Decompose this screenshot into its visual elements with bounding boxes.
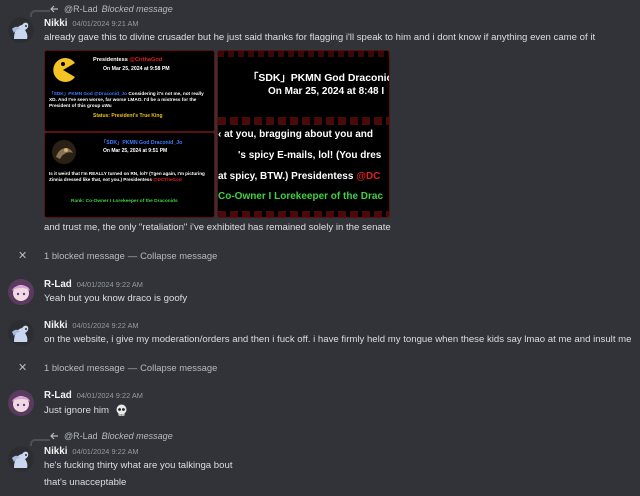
- message-text: Yeah but you know draco is goofy: [44, 293, 188, 304]
- username[interactable]: Nikki: [44, 18, 67, 29]
- embed-line: at spicy, BTW.) Presidentess: [218, 171, 354, 182]
- embed-rank: Co-Owner I Lorekeeper of the Drac: [218, 191, 384, 202]
- timestamp: 04/01/2024 9:21 AM: [72, 19, 139, 28]
- timestamp: 04/01/2024 9:22 AM: [72, 447, 139, 456]
- pacman-logo-icon: [53, 58, 75, 82]
- embed-body: Is it weird that I'm REALLY turned on RN…: [49, 171, 148, 176]
- collapse-message-link[interactable]: Collapse message: [140, 250, 217, 261]
- reply-spine: [30, 10, 50, 17]
- skull-emoji-icon: [116, 404, 127, 416]
- blocked-label: 1 blocked message: [44, 250, 125, 261]
- embed-date: On Mar 25, 2024 at 9:51 PM: [103, 148, 168, 154]
- blocked-dash: —: [127, 362, 138, 373]
- username[interactable]: Nikki: [44, 446, 67, 457]
- attachment-image[interactable]: Presidentess @CirthaGod On Mar 25, 2024 …: [44, 50, 215, 132]
- message-text: and trust me, the only "retaliation" i'v…: [44, 222, 391, 233]
- creature-art-icon: [52, 140, 76, 164]
- username[interactable]: R-Lad: [44, 390, 72, 401]
- avatar-anime-icon: [8, 390, 34, 416]
- message-text: on the website, i give my moderation/ord…: [44, 334, 632, 345]
- embed-line: ‹ at you, bragging about you and: [218, 129, 373, 140]
- reply-arrow-icon: [50, 432, 58, 440]
- message-text: he's fucking thirty what are you talking…: [44, 460, 233, 471]
- close-icon[interactable]: ✕: [18, 249, 27, 262]
- collapse-message-link[interactable]: Collapse message: [140, 362, 217, 373]
- reply-blocked-text: Blocked message: [101, 431, 173, 441]
- timestamp: 04/01/2024 9:22 AM: [76, 280, 143, 289]
- avatar[interactable]: [8, 390, 34, 416]
- reply-blocked-text: Blocked message: [101, 4, 173, 14]
- avatar-anime-icon: [8, 279, 34, 305]
- attachment-image[interactable]: 「SDK」PKMN God Draconid_Jo On Mar 25, 202…: [44, 132, 215, 218]
- blocked-dash: —: [127, 250, 138, 261]
- reply-username: @R-Lad: [64, 4, 98, 14]
- embed-title: 「SDK」PKMN God Draconid_Jo: [101, 140, 183, 146]
- embed-mention: @DCTheGod: [153, 177, 182, 183]
- message-text: that's unacceptable: [44, 477, 127, 488]
- reply-arrow-icon: [50, 5, 58, 13]
- avatar-pegasus-icon: [8, 320, 34, 346]
- embed-rank: Rank: Co-Owner I Lorekeeper of the Draco…: [71, 199, 178, 204]
- timestamp: 04/01/2024 9:22 AM: [72, 321, 139, 330]
- attachment-image[interactable]: 「SDK」PKMN God Draconic On Mar 25, 2024 a…: [217, 50, 390, 218]
- avatar[interactable]: [8, 279, 34, 305]
- username[interactable]: Nikki: [44, 320, 67, 331]
- reply-preview[interactable]: @R-Lad Blocked message: [50, 4, 173, 14]
- avatar[interactable]: [8, 446, 34, 472]
- avatar[interactable]: [8, 17, 34, 43]
- avatar-pegasus-icon: [8, 446, 34, 472]
- message-text: already gave this to divine crusader but…: [44, 32, 596, 43]
- blocked-label: 1 blocked message: [44, 362, 125, 373]
- avatar[interactable]: [8, 320, 34, 346]
- embed-mention: @DC: [356, 171, 381, 182]
- embed-title: Presidentess: [93, 57, 128, 63]
- embed-status: Status: President's True King: [93, 113, 163, 119]
- timestamp: 04/01/2024 9:22 AM: [76, 391, 143, 400]
- reply-username: @R-Lad: [64, 431, 98, 441]
- embed-author: 「SDK」PKMN God @Draconid_Jo: [49, 91, 128, 96]
- embed-date: On Mar 25, 2024 at 9:58 PM: [103, 66, 170, 72]
- message-text: Just ignore him: [44, 405, 110, 417]
- reply-spine: [30, 439, 50, 446]
- username[interactable]: R-Lad: [44, 279, 72, 290]
- close-icon[interactable]: ✕: [18, 361, 27, 374]
- reply-preview[interactable]: @R-Lad Blocked message: [50, 431, 173, 441]
- avatar-pegasus-icon: [8, 17, 34, 43]
- embed-line: 's spicy E-mails, lol! (You dres: [238, 150, 382, 161]
- embed-date: On Mar 25, 2024 at 8:48 I: [268, 86, 385, 97]
- embed-mention: @CirthaGod: [129, 57, 163, 63]
- embed-title: 「SDK」PKMN God Draconic: [248, 73, 390, 84]
